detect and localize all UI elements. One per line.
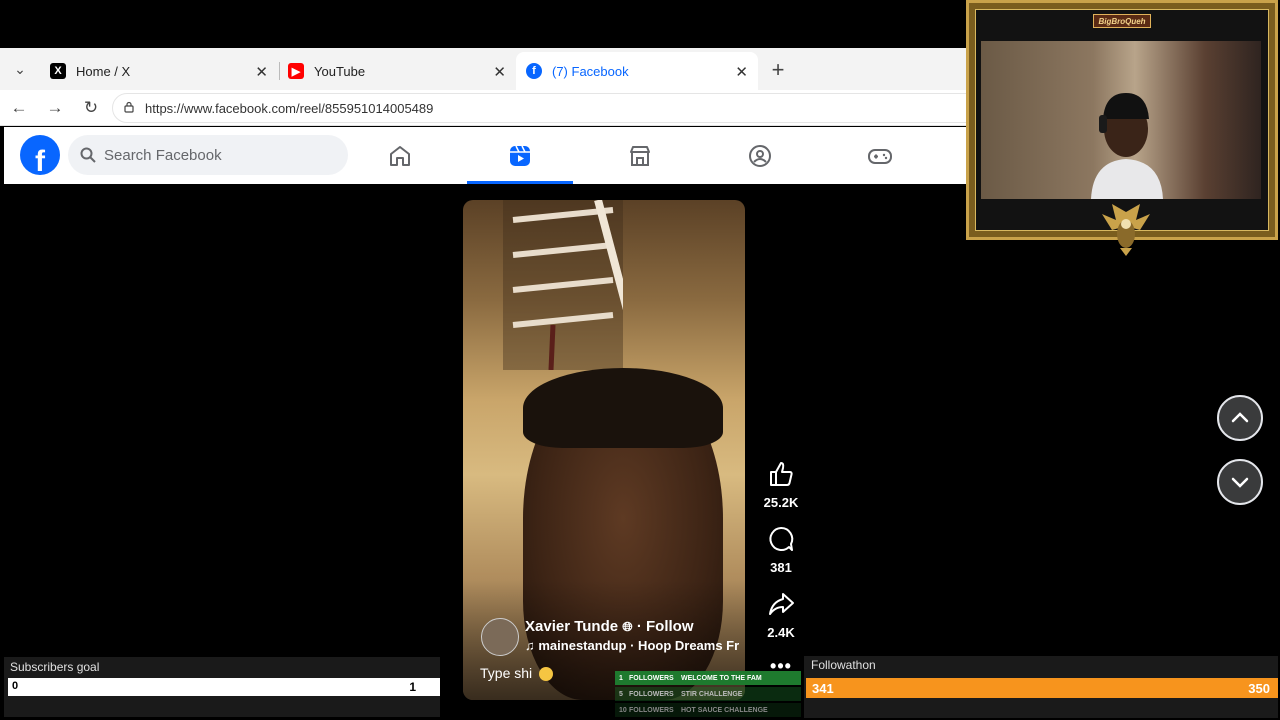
avatar[interactable]: [481, 618, 519, 656]
close-icon[interactable]: ✕: [735, 63, 748, 81]
share-count: 2.4K: [767, 625, 795, 640]
person-hair: [523, 368, 723, 448]
followathon-target: 350: [1248, 681, 1270, 696]
reel-music-row[interactable]: ♫ mainestandup · Hoop Dreams Fr: [525, 638, 739, 653]
facebook-header: f Search Facebook: [4, 127, 970, 184]
reload-icon[interactable]: ↻: [80, 97, 102, 119]
ticker-num: 1: [619, 674, 623, 682]
ticker-row: 10 FOLLOWERS HOT SAUCE CHALLENGE: [615, 703, 801, 717]
ticker-col1: FOLLOWERS: [629, 706, 674, 714]
subscribers-goal-current: 0: [12, 680, 19, 692]
follow-link[interactable]: · Follow: [637, 618, 694, 635]
like-button[interactable]: 25.2K: [755, 460, 807, 510]
globe-icon: 🌐︎: [622, 619, 633, 634]
subscribers-goal-title: Subscribers goal: [10, 660, 100, 674]
nav-reels[interactable]: [467, 127, 573, 184]
share-arrow-icon: [769, 593, 794, 615]
forward-arrow-icon[interactable]: →: [44, 97, 66, 119]
ticker-col2: STIR CHALLENGE: [681, 690, 743, 698]
webcam-video: [981, 41, 1261, 199]
browser-tab-strip: ⌄ X Home / X ✕ ▶ YouTube ✕ f (7) Faceboo…: [0, 48, 970, 90]
x-logo-icon: X: [50, 63, 66, 79]
gaming-icon: [868, 148, 892, 164]
comment-icon: [769, 526, 794, 551]
home-icon: [390, 145, 410, 166]
nav-home[interactable]: [347, 127, 453, 184]
tab-x[interactable]: X Home / X ✕: [40, 52, 278, 90]
followathon-bar: [806, 678, 1278, 698]
followathon-current: 341: [812, 681, 834, 696]
ticker-col1: FOLLOWERS: [629, 690, 674, 698]
back-arrow-icon[interactable]: ←: [8, 97, 30, 119]
new-tab-plus-icon[interactable]: +: [766, 57, 790, 82]
search-icon: [80, 147, 96, 163]
url-text: https://www.facebook.com/reel/8559510140…: [145, 101, 434, 116]
subscribers-goal-target: 1: [409, 680, 416, 694]
close-icon[interactable]: ✕: [255, 63, 268, 81]
tab-youtube[interactable]: ▶ YouTube ✕: [278, 52, 516, 90]
caption-text: Type shi: [480, 665, 533, 681]
music-note-icon: ♫: [525, 638, 535, 653]
ticker-row: 5 FOLLOWERS STIR CHALLENGE: [615, 687, 801, 701]
streamer-name-label: BigBroQueh: [1093, 14, 1151, 28]
streamer-silhouette: [1091, 93, 1163, 199]
reel-music-label: mainestandup · Hoop Dreams Fr: [538, 638, 740, 653]
followathon-title: Followathon: [811, 658, 876, 672]
next-reel-button[interactable]: [1217, 459, 1263, 505]
staircase-background: [503, 200, 623, 370]
browser-toolbar: ← → ↻ https://www.facebook.com/reel/8559…: [0, 90, 972, 126]
search-placeholder: Search Facebook: [104, 147, 222, 164]
share-button[interactable]: 2.4K: [755, 590, 807, 640]
reel-video[interactable]: Xavier Tunde 🌐︎ · Follow ♫ mainestandup …: [463, 200, 745, 700]
eagle-emblem-icon: [1102, 204, 1150, 256]
reel-author-row: Xavier Tunde 🌐︎ · Follow: [525, 618, 694, 635]
nav-gaming[interactable]: [827, 127, 933, 184]
ticker-col2: HOT SAUCE CHALLENGE: [681, 706, 768, 714]
tab-label: YouTube: [314, 63, 366, 79]
tab-list-dropdown-icon[interactable]: ⌄: [8, 58, 32, 80]
address-bar[interactable]: https://www.facebook.com/reel/8559510140…: [112, 93, 972, 123]
chevron-up-icon: [1231, 412, 1249, 423]
lock-icon: [124, 101, 134, 113]
tab-facebook[interactable]: f (7) Facebook ✕: [516, 52, 758, 90]
tab-label: Home / X: [76, 63, 131, 79]
facebook-logo-letter: f: [35, 145, 45, 175]
close-icon[interactable]: ✕: [493, 63, 506, 81]
subscribers-goal-bar: [8, 678, 440, 696]
ticker-num: 10: [619, 706, 627, 714]
ticker-col2: WELCOME TO THE FAM: [681, 674, 762, 682]
reels-icon: [510, 145, 530, 166]
like-count: 25.2K: [763, 495, 799, 510]
thumbs-up-icon: [770, 462, 793, 486]
emoji-icon: [539, 667, 554, 682]
facebook-logo-icon: f: [526, 63, 542, 79]
screen: ⌄ X Home / X ✕ ▶ YouTube ✕ f (7) Faceboo…: [0, 0, 1280, 720]
nav-groups[interactable]: [707, 127, 813, 184]
comment-button[interactable]: 381: [755, 525, 807, 575]
tab-label: (7) Facebook: [552, 63, 629, 79]
groups-icon: [749, 144, 771, 167]
followathon-widget: Followathon 341 350: [804, 656, 1278, 718]
marketplace-icon: [630, 145, 650, 166]
chevron-down-icon: [1231, 477, 1249, 488]
ticker-num: 5: [619, 690, 623, 698]
subscribers-goal-widget: Subscribers goal 0 1: [4, 657, 440, 717]
follower-goals-ticker: 1 FOLLOWERS WELCOME TO THE FAM 5 FOLLOWE…: [615, 671, 801, 717]
reel-author-name[interactable]: Xavier Tunde: [525, 618, 618, 635]
ticker-col1: FOLLOWERS: [629, 674, 674, 682]
search-input[interactable]: Search Facebook: [68, 135, 348, 175]
ticker-row: 1 FOLLOWERS WELCOME TO THE FAM: [615, 671, 801, 685]
facebook-logo[interactable]: f: [20, 135, 60, 175]
youtube-logo-icon: ▶: [288, 63, 304, 79]
comment-count: 381: [770, 560, 792, 575]
previous-reel-button[interactable]: [1217, 395, 1263, 441]
reel-caption: Type shi: [480, 665, 554, 682]
nav-marketplace[interactable]: [587, 127, 693, 184]
